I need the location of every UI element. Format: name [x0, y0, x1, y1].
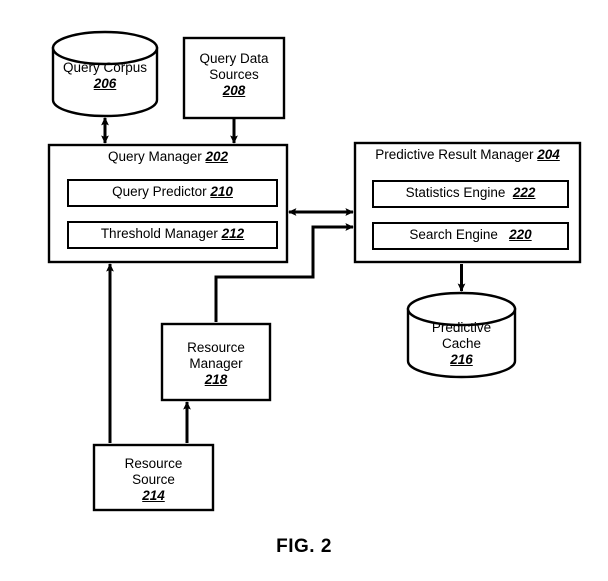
node-predictive-cache	[406, 291, 517, 379]
node-threshold-manager	[67, 221, 278, 249]
node-resource-source	[92, 443, 215, 512]
node-query-data-sources	[182, 36, 286, 120]
node-resource-manager	[160, 322, 272, 402]
figure-caption: FIG. 2	[276, 536, 332, 557]
node-query-corpus	[51, 30, 159, 118]
node-query-predictor	[67, 179, 278, 207]
node-statistics-engine	[372, 180, 569, 208]
patent-figure-diagram	[47, 30, 582, 512]
node-search-engine	[372, 222, 569, 250]
